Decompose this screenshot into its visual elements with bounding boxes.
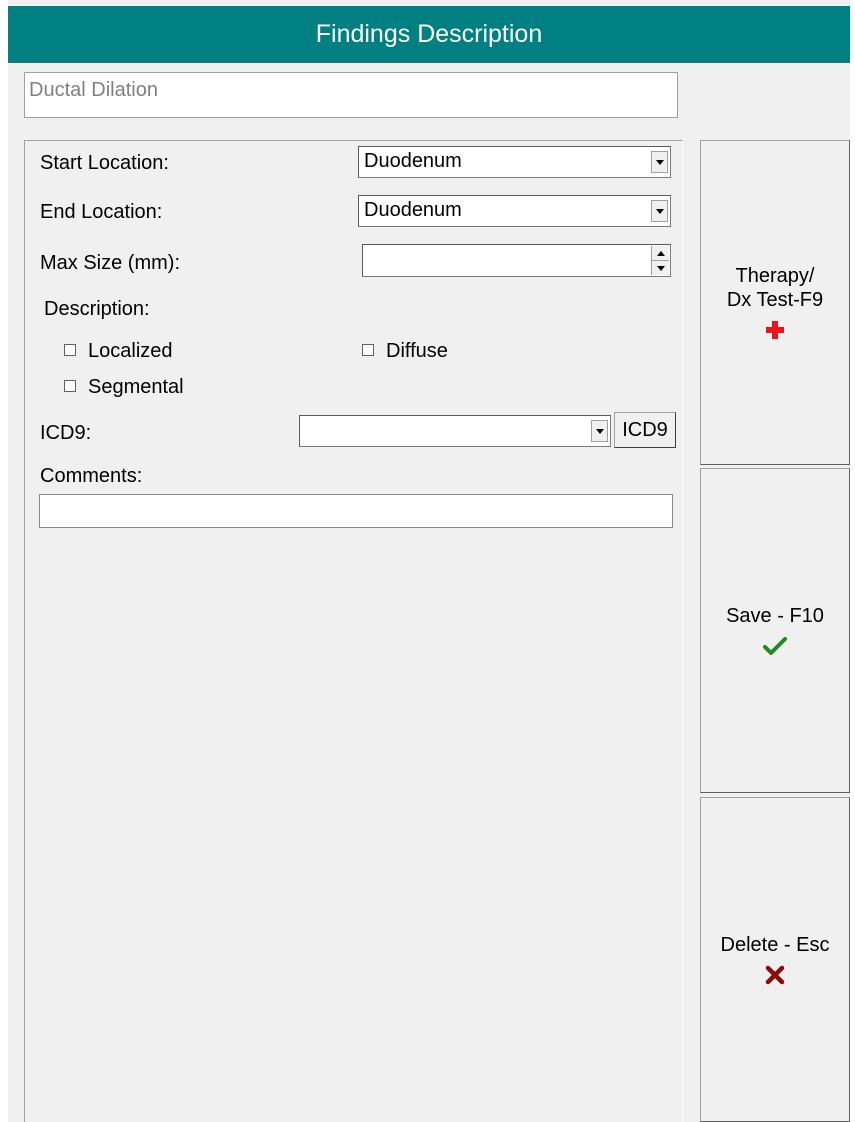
x-mark-icon: [765, 963, 785, 987]
max-size-label: Max Size (mm):: [40, 252, 180, 274]
icd9-label: ICD9:: [40, 422, 92, 444]
end-location-label: End Location:: [40, 201, 163, 223]
therapy-button-line2: Dx Test-F9: [726, 288, 824, 311]
delete-button[interactable]: Delete - Esc: [700, 797, 850, 1122]
end-location-value: Duodenum: [364, 199, 462, 221]
chevron-down-icon: [655, 208, 664, 214]
finding-name-text: Ductal Dilation: [29, 79, 158, 101]
start-location-label: Start Location:: [40, 152, 169, 174]
icd9-select[interactable]: [299, 415, 611, 447]
therapy-button-line1: Therapy/: [735, 264, 815, 287]
chevron-down-icon: [655, 159, 664, 165]
segmental-label[interactable]: Segmental: [88, 376, 184, 399]
spin-up-button[interactable]: [652, 246, 669, 260]
therapy-dx-test-button[interactable]: Therapy/ Dx Test-F9: [700, 140, 850, 465]
arrow-down-icon: [656, 265, 665, 271]
save-button[interactable]: Save - F10: [700, 468, 850, 793]
diffuse-checkbox[interactable]: [362, 344, 374, 356]
icd9-lookup-button[interactable]: ICD9: [614, 412, 676, 448]
end-location-select[interactable]: Duodenum: [358, 195, 671, 227]
dialog-title: Findings Description: [315, 19, 543, 48]
localized-label[interactable]: Localized: [88, 340, 173, 363]
window-frame-right: [850, 0, 855, 1122]
comments-input[interactable]: [39, 494, 673, 528]
max-size-stepper[interactable]: [362, 244, 671, 277]
diffuse-label[interactable]: Diffuse: [386, 340, 448, 363]
checkmark-icon: [763, 634, 787, 658]
max-size-spin-buttons: [651, 246, 669, 275]
icd9-button-label: ICD9: [622, 418, 668, 441]
start-location-dropdown-button[interactable]: [651, 151, 668, 173]
comments-label: Comments:: [40, 465, 143, 487]
window-frame-left: [0, 0, 8, 1122]
red-cross-icon: [765, 318, 785, 342]
delete-button-label: Delete - Esc: [720, 933, 830, 956]
end-location-dropdown-button[interactable]: [651, 200, 668, 222]
start-location-value: Duodenum: [364, 150, 462, 172]
chevron-down-icon: [595, 428, 604, 434]
description-label: Description:: [44, 298, 150, 320]
dialog-title-bar: Findings Description: [8, 6, 850, 63]
localized-checkbox[interactable]: [64, 344, 76, 356]
segmental-checkbox[interactable]: [64, 380, 76, 392]
spin-down-button[interactable]: [652, 261, 669, 275]
finding-name-field: Ductal Dilation: [24, 72, 678, 118]
arrow-up-icon: [656, 250, 665, 256]
start-location-select[interactable]: Duodenum: [358, 146, 671, 178]
icd9-dropdown-button[interactable]: [591, 420, 608, 442]
findings-form-panel: [24, 140, 683, 1122]
save-button-label: Save - F10: [726, 604, 824, 627]
